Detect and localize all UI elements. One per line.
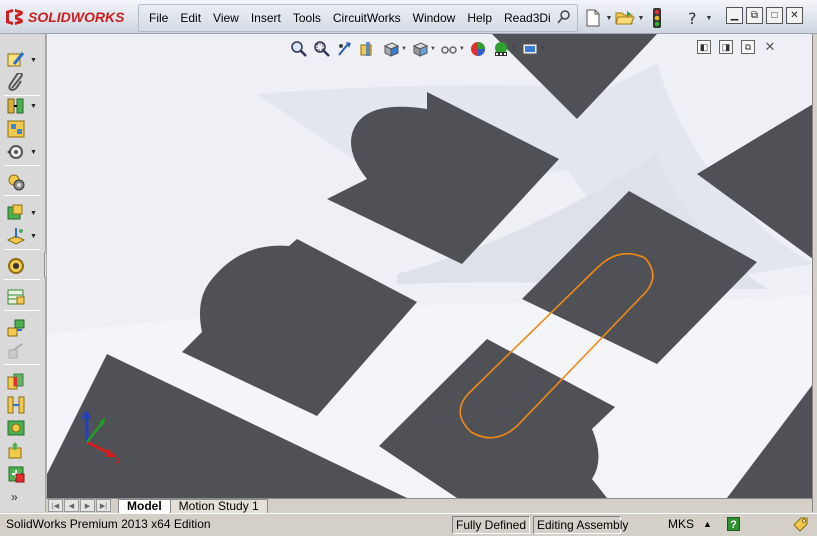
edit-appearance-icon[interactable]: [468, 39, 488, 59]
hole-alignment-icon[interactable]: [6, 418, 42, 438]
next-tab-icon[interactable]: ▶: [80, 499, 95, 512]
toolbar-separator: [4, 195, 40, 196]
menu-bar: File Edit View Insert Tools CircuitWorks…: [138, 4, 578, 32]
help-dropdown-icon[interactable]: ▼: [704, 7, 714, 29]
triad-z-label: Z: [80, 412, 86, 421]
view-orientation-icon[interactable]: [381, 39, 401, 59]
close-icon[interactable]: ✕: [786, 7, 803, 24]
zoom-to-area-icon[interactable]: [312, 39, 332, 59]
hide-show-items-icon[interactable]: [439, 39, 459, 59]
toolbar-separator: [4, 165, 40, 166]
component-pattern-icon[interactable]: [6, 119, 42, 139]
assembly-xpert-icon[interactable]: [6, 464, 42, 484]
hide-show-dropdown-icon[interactable]: ▼: [459, 46, 465, 52]
tag-icon[interactable]: [791, 516, 809, 534]
rebuild-traffic-light-icon[interactable]: [646, 7, 668, 29]
menu-help[interactable]: Help: [461, 5, 498, 31]
instant3d-icon[interactable]: [6, 441, 42, 461]
viewport-restore-icon[interactable]: ⧉: [741, 40, 755, 54]
pin-menu-icon[interactable]: [556, 9, 572, 25]
paperclip-icon[interactable]: [6, 73, 42, 93]
tab-motion-study-1[interactable]: Motion Study 1: [169, 499, 268, 513]
window-controls: ▁ ⧉ □ ✕: [726, 7, 803, 24]
quick-tips-icon[interactable]: ?: [727, 517, 740, 531]
menu-window[interactable]: Window: [407, 5, 462, 31]
first-tab-icon[interactable]: |◀: [48, 499, 63, 512]
move-component-icon[interactable]: ▼: [6, 142, 42, 162]
maximize-icon[interactable]: □: [766, 7, 783, 24]
toolbar-separator: [4, 310, 40, 311]
sketch-icon[interactable]: ▼: [6, 50, 42, 70]
mate-icon[interactable]: ▼: [6, 96, 42, 116]
solidworks-window: SOLIDWORKS File Edit View Insert Tools C…: [0, 0, 817, 536]
menu-insert[interactable]: Insert: [245, 5, 287, 31]
clearance-verification-icon[interactable]: [6, 395, 42, 415]
toolbar-separator: [4, 249, 40, 250]
last-tab-icon[interactable]: ▶|: [96, 499, 111, 512]
brand-text: SOLIDWORKS: [28, 9, 125, 25]
graphics-area[interactable]: ▼ ▼ ▼ ▼ ▼ ◧ ◨ ⧉ ✕ Z X: [46, 34, 812, 498]
definition-status: Fully Defined: [452, 516, 530, 534]
menu-circuitworks[interactable]: CircuitWorks: [327, 5, 407, 31]
previous-view-icon[interactable]: [335, 39, 355, 59]
explode-line-sketch-icon: [6, 341, 42, 361]
view-settings-icon[interactable]: [520, 39, 540, 59]
split-vertical-icon[interactable]: ◨: [719, 40, 733, 54]
open-dropdown-icon[interactable]: ▼: [636, 7, 646, 29]
smart-fasteners-icon[interactable]: [6, 172, 42, 192]
prev-tab-icon[interactable]: ◀: [64, 499, 79, 512]
reference-triad: Z X: [80, 410, 121, 464]
section-view-icon[interactable]: [358, 39, 378, 59]
viewport-close-icon[interactable]: ✕: [763, 39, 777, 54]
restore-icon[interactable]: ⧉: [746, 7, 763, 24]
menu-read3di[interactable]: Read3Di: [498, 5, 557, 31]
help-question-icon[interactable]: ?: [682, 7, 704, 29]
title-bar: SOLIDWORKS File Edit View Insert Tools C…: [0, 0, 817, 34]
viewport-window-controls: ◧ ◨ ⧉ ✕: [697, 39, 777, 54]
status-bar: SolidWorks Premium 2013 x64 Edition Full…: [0, 513, 817, 536]
exploded-view-icon[interactable]: [6, 318, 42, 338]
view-settings-dropdown-icon[interactable]: ▼: [540, 46, 546, 52]
quick-access-toolbar: ▼ ▼ ? ▼: [582, 5, 714, 31]
heads-up-view-toolbar: ▼ ▼ ▼ ▼ ▼: [289, 38, 546, 60]
toolbar-spacer: [668, 7, 682, 29]
display-style-icon[interactable]: [410, 39, 430, 59]
new-motion-study-icon[interactable]: [6, 256, 42, 276]
edition-label: SolidWorks Premium 2013 x64 Edition: [6, 517, 211, 531]
assembly-features-icon[interactable]: ▼: [6, 203, 42, 223]
zoom-to-fit-icon[interactable]: [289, 39, 309, 59]
svg-text:?: ?: [688, 9, 697, 27]
toolbar-separator: [4, 364, 40, 365]
interference-detection-icon[interactable]: [6, 372, 42, 392]
right-border: [812, 34, 817, 512]
reference-geometry-icon[interactable]: ▼: [6, 226, 42, 246]
units-up-arrow-icon[interactable]: ▲: [700, 516, 715, 534]
solidworks-logo[interactable]: SOLIDWORKS: [3, 6, 124, 28]
menu-edit[interactable]: Edit: [174, 5, 207, 31]
apply-scene-dropdown-icon[interactable]: ▼: [511, 46, 517, 52]
model-scene: [47, 34, 812, 498]
apply-scene-icon[interactable]: [491, 39, 511, 59]
bottom-tab-bar: |◀ ◀ ▶ ▶| Model Motion Study 1: [46, 498, 812, 513]
command-toolbar: ▼ ▼ ▼ ▼ ▼ »: [0, 34, 46, 512]
bill-of-materials-icon[interactable]: [6, 287, 42, 307]
minimize-icon[interactable]: ▁: [726, 7, 743, 24]
tab-navigation: |◀ ◀ ▶ ▶|: [48, 499, 112, 512]
split-horizontal-icon[interactable]: ◧: [697, 40, 711, 54]
display-style-dropdown-icon[interactable]: ▼: [430, 46, 436, 52]
ds-logo-icon: [6, 9, 23, 25]
triad-x-label: X: [115, 457, 121, 464]
new-document-icon[interactable]: [582, 7, 604, 29]
units-selector[interactable]: MKS: [665, 516, 697, 534]
editing-mode-status: Editing Assembly: [533, 516, 628, 534]
new-document-dropdown-icon[interactable]: ▼: [604, 7, 614, 29]
view-orientation-dropdown-icon[interactable]: ▼: [401, 46, 407, 52]
tab-model[interactable]: Model: [118, 499, 171, 513]
more-chevron-icon[interactable]: »: [6, 487, 42, 507]
open-folder-icon[interactable]: [614, 7, 636, 29]
toolbar-separator: [4, 279, 40, 280]
menu-view[interactable]: View: [207, 5, 245, 31]
menu-tools[interactable]: Tools: [287, 5, 327, 31]
menu-file[interactable]: File: [143, 5, 174, 31]
